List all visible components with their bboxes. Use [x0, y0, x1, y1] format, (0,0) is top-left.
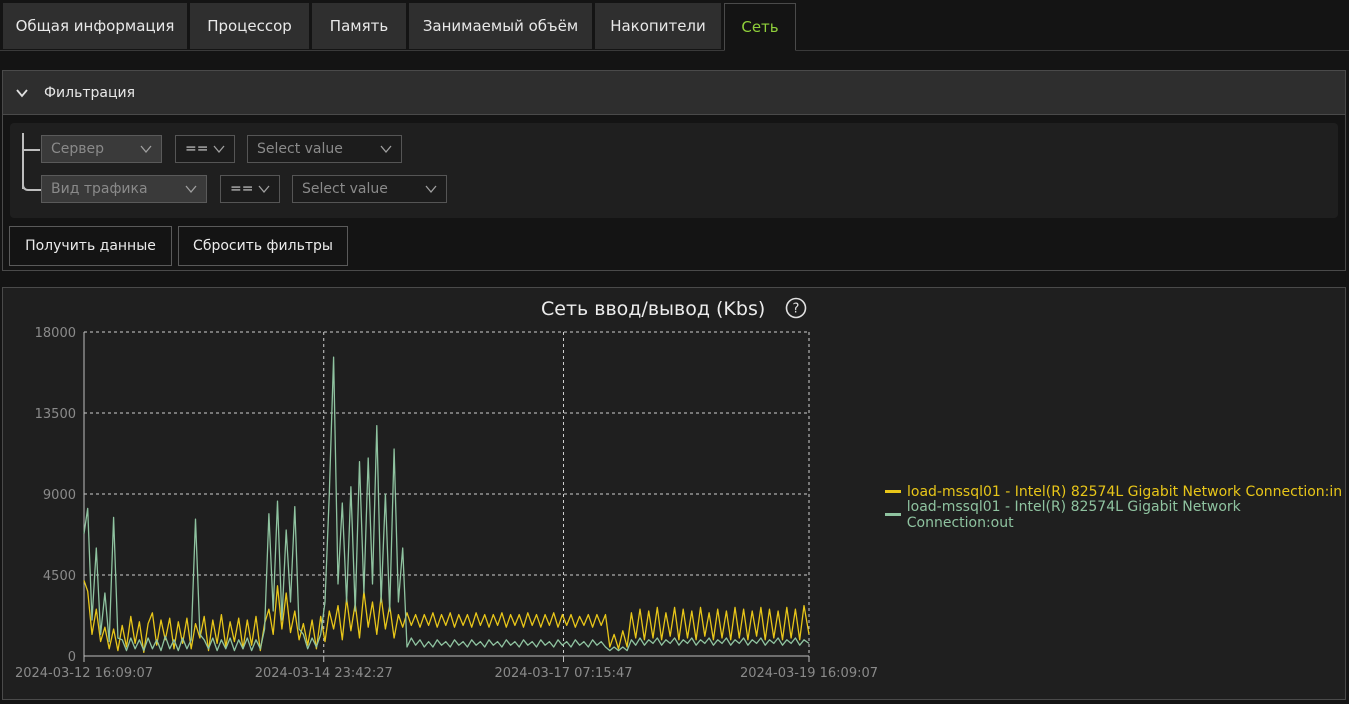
- filter-operator-select[interactable]: ==: [175, 135, 235, 163]
- y-tick-label: 0: [68, 650, 76, 665]
- legend-swatch: [885, 490, 901, 493]
- legend-label: load-mssql01 - Intel(R) 82574L Gigabit N…: [906, 498, 1241, 531]
- filter-field-select[interactable]: Сервер: [41, 135, 162, 163]
- reset-filters-button[interactable]: Сбросить фильтры: [178, 226, 348, 266]
- filter-operator-value: ==: [230, 181, 254, 197]
- chevron-down-icon: [425, 185, 437, 194]
- filter-header[interactable]: Фильтрация: [3, 71, 1345, 115]
- filter-field-select[interactable]: Вид трафика: [41, 175, 207, 203]
- filter-value-select[interactable]: Select value: [292, 175, 447, 203]
- tab-memory[interactable]: Память: [312, 3, 406, 49]
- get-data-button[interactable]: Получить данные: [9, 226, 172, 266]
- legend-label: load-mssql01 - Intel(R) 82574L Gigabit N…: [907, 483, 1343, 500]
- y-tick-label: 9000: [43, 488, 76, 503]
- chevron-down-icon: [258, 185, 270, 194]
- filter-operator-value: ==: [185, 141, 209, 157]
- x-tick-label: 2024-03-12 16:09:07: [15, 666, 153, 681]
- filter-title: Фильтрация: [44, 84, 136, 101]
- filter-field-value: Вид трафика: [51, 181, 148, 197]
- x-tick-label: 2024-03-19 16:09:07: [740, 666, 878, 681]
- series-line-out: [83, 356, 810, 652]
- y-tick-label: 18000: [35, 326, 76, 341]
- y-tick-label: 4500: [43, 569, 76, 584]
- filter-value-placeholder: Select value: [257, 141, 343, 157]
- tab-storage[interactable]: Накопители: [595, 3, 721, 49]
- tab-bar: Общая информация Процессор Память Занима…: [0, 0, 1349, 51]
- filter-panel: Фильтрация Сервер == Select value Вид тр…: [2, 70, 1346, 271]
- tree-connector: [22, 149, 40, 151]
- tab-disk-usage[interactable]: Занимаемый объём: [409, 3, 592, 49]
- legend-item-out[interactable]: load-mssql01 - Intel(R) 82574L Gigabit N…: [885, 499, 1345, 531]
- tab-general-info[interactable]: Общая информация: [3, 3, 187, 49]
- tab-processor[interactable]: Процессор: [190, 3, 309, 49]
- tab-network[interactable]: Сеть: [724, 3, 796, 51]
- tree-connector: [22, 175, 42, 191]
- x-tick-label: 2024-03-14 23:42:27: [255, 666, 393, 681]
- chart-panel: Сеть ввод/вывод (Kbs) ? 0 4500 9000 13500 18…: [2, 287, 1346, 700]
- chevron-down-icon: [16, 88, 28, 97]
- chevron-down-icon: [380, 145, 392, 154]
- chevron-down-icon: [185, 185, 197, 194]
- filter-operator-select[interactable]: ==: [220, 175, 280, 203]
- filter-conditions: Сервер == Select value Вид трафика == Se…: [10, 123, 1338, 218]
- filter-field-value: Сервер: [51, 141, 105, 157]
- chevron-down-icon: [213, 145, 225, 154]
- chart-legend: load-mssql01 - Intel(R) 82574L Gigabit N…: [885, 480, 1345, 531]
- x-tick-label: 2024-03-17 07:15:47: [494, 666, 632, 681]
- chevron-down-icon: [140, 145, 152, 154]
- legend-swatch: [885, 513, 901, 516]
- filter-value-placeholder: Select value: [302, 181, 388, 197]
- y-tick-label: 13500: [35, 407, 76, 422]
- filter-value-select[interactable]: Select value: [247, 135, 402, 163]
